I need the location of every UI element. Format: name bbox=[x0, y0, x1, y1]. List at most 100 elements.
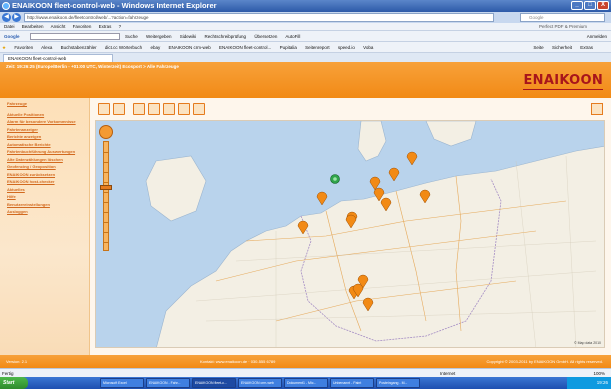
fav-item[interactable]: speed.io bbox=[338, 45, 355, 50]
sidebar-item-alarm[interactable]: Alarm für besondere Vorkommnisse bbox=[7, 119, 89, 125]
web-page: Zeit: 19:26:25 (Europe/Berlin - +01:00 U… bbox=[0, 62, 611, 368]
tab-fleet-control[interactable]: ENAIKOON fleet-control-web bbox=[3, 54, 113, 62]
maximize-button[interactable]: □ bbox=[584, 1, 596, 10]
cmd-extras[interactable]: Extras bbox=[580, 45, 593, 50]
command-bar: Seite Sicherheit Extras bbox=[533, 42, 600, 53]
task-button[interactable]: Microsoft Excel bbox=[100, 378, 144, 388]
map-layer-icon[interactable] bbox=[133, 103, 145, 115]
map-route-icon[interactable] bbox=[148, 103, 160, 115]
time-breadcrumb: Zeit: 19:26:25 (Europe/Berlin - +01:00 U… bbox=[6, 64, 179, 69]
task-button[interactable]: Unbenannt - Paint bbox=[330, 378, 374, 388]
signin-link[interactable]: Anmelden bbox=[587, 31, 607, 42]
gt-rechtschreibung[interactable]: Rechtschreibprüfung bbox=[205, 34, 247, 39]
task-list: Microsoft Excel ENAIKOON - Fahr... ENAIK… bbox=[100, 378, 420, 388]
gt-weitergeben[interactable]: Weitergeben bbox=[146, 34, 171, 39]
google-search-input[interactable] bbox=[30, 33, 120, 40]
sidebar-item-fahrtenbuch[interactable]: Fahrtenbuchführung Auswertungen bbox=[7, 149, 89, 155]
title-bar: ENAIKOON fleet-control-web - Windows Int… bbox=[0, 0, 611, 12]
task-button[interactable]: ENAIKOON - Fahr... bbox=[146, 378, 190, 388]
sidebar-item-fahrtenanzeiger[interactable]: Fahrtenanzeiger bbox=[7, 127, 89, 133]
fav-item[interactable]: Voba bbox=[363, 45, 373, 50]
current-position-marker[interactable] bbox=[330, 174, 340, 184]
map-svg bbox=[96, 121, 604, 347]
search-input[interactable]: Google bbox=[520, 13, 605, 22]
menu-favoriten[interactable]: Favoriten bbox=[73, 24, 92, 29]
minimize-button[interactable]: _ bbox=[571, 1, 583, 10]
star-icon[interactable]: ★ bbox=[2, 45, 6, 50]
menu-bearbeiten[interactable]: Bearbeiten bbox=[22, 24, 44, 29]
gt-suche[interactable]: Suche bbox=[125, 34, 138, 39]
window-title: ENAIKOON fleet-control-web - Windows Int… bbox=[12, 1, 217, 10]
sidebar-item-einstellungen[interactable]: Benutzereinstellungen bbox=[7, 202, 89, 208]
footer-version: Version: 2.1 bbox=[6, 359, 28, 364]
system-tray: 19:26 bbox=[567, 377, 611, 389]
footer-copyright: Copyright © 2003-2011 by ENAIKOON GmbH. … bbox=[486, 359, 603, 364]
cmd-seite[interactable]: Seite bbox=[533, 45, 543, 50]
enaikoon-logo[interactable]: ENAIKOON bbox=[523, 73, 603, 90]
sidebar-item-berichte[interactable]: Berichte anzeigen bbox=[7, 134, 89, 140]
fav-item[interactable]: Pupitalia bbox=[280, 45, 297, 50]
zoom-slider[interactable] bbox=[103, 141, 109, 251]
fav-item[interactable]: ENAIKOON crm-web bbox=[168, 45, 210, 50]
fav-item[interactable]: Alexa bbox=[41, 45, 52, 50]
forward-arrow-icon[interactable]: ▶ bbox=[12, 13, 21, 22]
sidebar-item-hilfe[interactable]: Hilfe bbox=[7, 194, 89, 200]
sidebar-item-host-checker[interactable]: ENAIKOON host-checker bbox=[7, 179, 89, 185]
favorites-bar: ★ Favoriten Alexa Buchstabenzähler dict.… bbox=[0, 42, 611, 53]
sidebar: Fahrzeuge Aktuelle Positionen Alarm für … bbox=[0, 98, 90, 355]
gt-uebersetzen[interactable]: Übersetzen bbox=[254, 34, 277, 39]
page-footer: Version: 2.1 Kontakt: www.enaikoon.de · … bbox=[0, 355, 611, 368]
menu-ansicht[interactable]: Ansicht bbox=[51, 24, 66, 29]
sidebar-item-zuruecksetzen[interactable]: ENAIKOON zurücksetzen bbox=[7, 172, 89, 178]
clock[interactable]: 19:26 bbox=[597, 380, 608, 385]
cmd-sicherheit[interactable]: Sicherheit bbox=[552, 45, 572, 50]
window-controls: _ □ X bbox=[571, 1, 609, 10]
gt-sidewiki[interactable]: Sidewiki bbox=[180, 34, 197, 39]
fullscreen-icon[interactable] bbox=[591, 103, 603, 115]
close-button[interactable]: X bbox=[597, 1, 609, 10]
task-button[interactable]: ENAIKOON fleet-c... bbox=[192, 378, 236, 388]
back-arrow-icon[interactable]: ◀ bbox=[2, 13, 11, 22]
sidebar-item-geofencing[interactable]: Geofencing / Geoposition bbox=[7, 164, 89, 170]
fav-item[interactable]: ebay bbox=[150, 45, 160, 50]
zoom-handle[interactable] bbox=[100, 185, 112, 190]
map-settings-icon[interactable] bbox=[193, 103, 205, 115]
task-button[interactable]: ENAIKOON crm-web bbox=[238, 378, 282, 388]
sidebar-item-fahrzeuge[interactable]: Fahrzeuge bbox=[7, 101, 89, 107]
start-button[interactable]: Start bbox=[0, 377, 28, 389]
gt-autofill[interactable]: AutoFill bbox=[285, 34, 300, 39]
map-toolbar bbox=[98, 103, 205, 115]
map-filter-icon[interactable] bbox=[113, 103, 125, 115]
status-text: Fertig bbox=[2, 371, 14, 376]
pan-control[interactable] bbox=[99, 125, 113, 139]
sidebar-item-aktuelles[interactable]: Aktuelles bbox=[7, 187, 89, 193]
fav-item[interactable]: Seitenreport bbox=[305, 45, 330, 50]
menu-datei[interactable]: Datei bbox=[4, 24, 15, 29]
page-header: Zeit: 19:26:25 (Europe/Berlin - +01:00 U… bbox=[0, 62, 611, 98]
footer-contact[interactable]: Kontakt: www.enaikoon.de · 030-555 6789 bbox=[200, 355, 275, 368]
address-bar: ◀ ▶ http://www.enaikoon.de/fleetcontrol/… bbox=[0, 12, 611, 23]
sidebar-item-auto-berichte[interactable]: Automatische Berichte bbox=[7, 142, 89, 148]
map-poi-icon[interactable] bbox=[163, 103, 175, 115]
ie-logo-icon bbox=[2, 2, 10, 10]
url-input[interactable]: http://www.enaikoon.de/fleetcontrol/web/… bbox=[24, 13, 494, 22]
task-button[interactable]: Dokument1 - Mic... bbox=[284, 378, 328, 388]
task-button[interactable]: Posteingang - M... bbox=[376, 378, 420, 388]
pdf-link[interactable]: Perfect PDF & Premium bbox=[539, 23, 587, 31]
fav-item[interactable]: dict.cc Wörterbuch bbox=[105, 45, 142, 50]
sidebar-item-positionen[interactable]: Aktuelle Positionen bbox=[7, 112, 89, 118]
tab-row: ENAIKOON fleet-control-web bbox=[0, 53, 611, 62]
fav-item[interactable]: Buchstabenzähler bbox=[61, 45, 97, 50]
sidebar-item-ausloggen[interactable]: Ausloggen bbox=[7, 209, 89, 215]
map-canvas[interactable]: © Map data 2010 bbox=[95, 120, 605, 348]
map-refresh-icon[interactable] bbox=[178, 103, 190, 115]
map-attribution: © Map data 2010 bbox=[574, 341, 601, 345]
map-view-icon[interactable] bbox=[98, 103, 110, 115]
sidebar-item-daten-loeschen[interactable]: Alte Datenzählungen löschen bbox=[7, 157, 89, 163]
menu-help[interactable]: ? bbox=[119, 24, 122, 29]
menu-extras[interactable]: Extras bbox=[99, 24, 112, 29]
google-toolbar: Google Suche Weitergeben Sidewiki Rechts… bbox=[0, 31, 611, 42]
fav-item[interactable]: Favoriten bbox=[14, 45, 33, 50]
fav-item[interactable]: ENAIKOON fleet-control... bbox=[219, 45, 271, 50]
main-content: © Map data 2010 bbox=[90, 98, 611, 355]
